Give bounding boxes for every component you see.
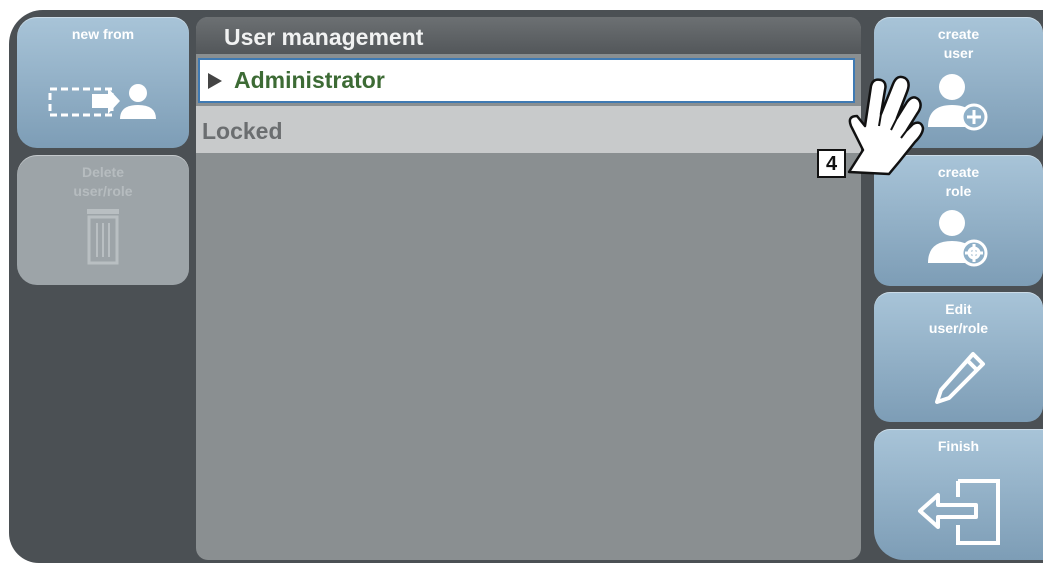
- trash-icon: [17, 207, 189, 265]
- delete-label-line1: Delete: [81, 164, 125, 180]
- new-from-button[interactable]: new from: [17, 17, 189, 148]
- finish-label: Finish: [937, 438, 980, 454]
- page-title: User management: [196, 17, 861, 54]
- list-item-label: Administrator: [234, 67, 385, 93]
- exit-icon: [874, 477, 1043, 547]
- pointing-hand-icon: [843, 64, 929, 181]
- create-user-label-line2: user: [943, 45, 974, 61]
- user-management-list: User management Administrator Locked: [196, 17, 861, 560]
- step-callout: 4: [817, 149, 846, 178]
- delete-label-line2: user/role: [73, 183, 133, 199]
- add-role-icon: [874, 207, 1043, 267]
- finish-button[interactable]: Finish: [874, 429, 1043, 560]
- pencil-icon: [874, 348, 1043, 408]
- edit-label-line2: user/role: [928, 320, 989, 336]
- list-item-locked[interactable]: Locked: [196, 106, 861, 153]
- delete-user-role-button[interactable]: Delete user/role: [17, 155, 189, 285]
- create-user-label-line1: create: [937, 26, 980, 42]
- new-from-label: new from: [71, 26, 135, 42]
- expand-arrow-icon[interactable]: [208, 72, 222, 89]
- list-item-administrator[interactable]: Administrator: [198, 58, 855, 103]
- user-copy-icon: [17, 79, 189, 123]
- create-role-label-line2: role: [945, 183, 972, 199]
- edit-user-role-button[interactable]: Edit user/role: [874, 292, 1043, 422]
- edit-label-line1: Edit: [945, 301, 972, 317]
